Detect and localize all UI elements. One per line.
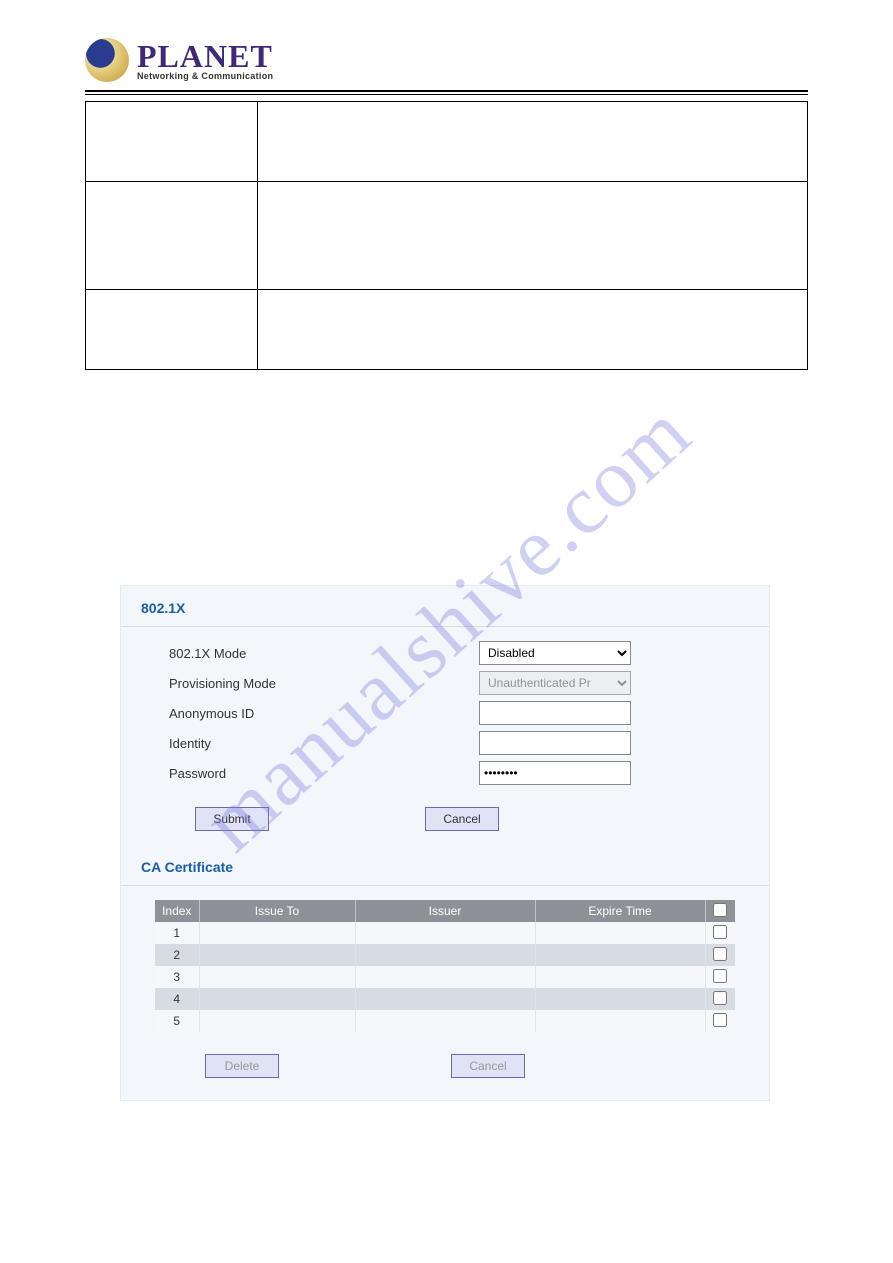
col-issue-to: Issue To bbox=[199, 900, 355, 922]
config-panel: 802.1X 802.1X Mode Disabled Provisioning… bbox=[120, 585, 770, 1101]
label-provisioning: Provisioning Mode bbox=[169, 676, 479, 691]
row-checkbox[interactable] bbox=[713, 947, 727, 961]
ca-cert-table: Index Issue To Issuer Expire Time 1 2 bbox=[155, 900, 735, 1032]
label-8021x-mode: 802.1X Mode bbox=[169, 646, 479, 661]
cell-index: 4 bbox=[155, 988, 199, 1010]
cell-checkbox bbox=[705, 1010, 735, 1032]
section-divider-2 bbox=[121, 885, 769, 886]
input-identity[interactable] bbox=[479, 731, 631, 755]
row-provisioning: Provisioning Mode Unauthenticated Pr bbox=[169, 671, 769, 695]
cell-issuer bbox=[355, 1010, 535, 1032]
cell-checkbox bbox=[705, 944, 735, 966]
logo-bar: PLANET Networking & Communication bbox=[85, 38, 808, 82]
table-header-row: Index Issue To Issuer Expire Time bbox=[155, 900, 735, 922]
row-checkbox[interactable] bbox=[713, 991, 727, 1005]
row-checkbox[interactable] bbox=[713, 1013, 727, 1027]
row-identity: Identity bbox=[169, 731, 769, 755]
select-8021x-mode[interactable]: Disabled bbox=[479, 641, 631, 665]
checkbox-all[interactable] bbox=[713, 903, 727, 917]
table-cell bbox=[258, 102, 808, 182]
cell-expire bbox=[535, 944, 705, 966]
row-anonymous-id: Anonymous ID bbox=[169, 701, 769, 725]
cell-checkbox bbox=[705, 922, 735, 944]
section-divider bbox=[121, 626, 769, 627]
section-title-ca: CA Certificate bbox=[121, 845, 769, 885]
cell-expire bbox=[535, 1010, 705, 1032]
table-row: 5 bbox=[155, 1010, 735, 1032]
cell-issuer bbox=[355, 988, 535, 1010]
table-cell bbox=[86, 102, 258, 182]
label-password: Password bbox=[169, 766, 479, 781]
table-row: 2 bbox=[155, 944, 735, 966]
logo-title: PLANET bbox=[137, 40, 273, 72]
label-anonymous-id: Anonymous ID bbox=[169, 706, 479, 721]
header-rule-thin bbox=[85, 94, 808, 95]
cell-issue-to bbox=[199, 944, 355, 966]
table-cell bbox=[258, 182, 808, 290]
col-index: Index bbox=[155, 900, 199, 922]
col-expire-time: Expire Time bbox=[535, 900, 705, 922]
table-row: 4 bbox=[155, 988, 735, 1010]
button-row-2: Delete Cancel bbox=[121, 1054, 769, 1078]
cell-issue-to bbox=[199, 988, 355, 1010]
col-issuer: Issuer bbox=[355, 900, 535, 922]
section-title-8021x: 802.1X bbox=[121, 586, 769, 626]
label-identity: Identity bbox=[169, 736, 479, 751]
cancel-button[interactable]: Cancel bbox=[425, 807, 499, 831]
cell-issue-to bbox=[199, 1010, 355, 1032]
cell-issue-to bbox=[199, 922, 355, 944]
cell-issuer bbox=[355, 966, 535, 988]
table-row: 3 bbox=[155, 966, 735, 988]
cell-index: 3 bbox=[155, 966, 199, 988]
row-8021x-mode: 802.1X Mode Disabled bbox=[169, 641, 769, 665]
col-checkbox bbox=[705, 900, 735, 922]
table-row: 1 bbox=[155, 922, 735, 944]
cell-expire bbox=[535, 966, 705, 988]
cell-expire bbox=[535, 922, 705, 944]
cell-issue-to bbox=[199, 966, 355, 988]
cell-issuer bbox=[355, 922, 535, 944]
planet-logo-icon bbox=[85, 38, 129, 82]
empty-table bbox=[85, 101, 808, 370]
cell-index: 2 bbox=[155, 944, 199, 966]
table-cell bbox=[258, 290, 808, 370]
row-checkbox[interactable] bbox=[713, 969, 727, 983]
delete-button[interactable]: Delete bbox=[205, 1054, 279, 1078]
input-password[interactable] bbox=[479, 761, 631, 785]
cell-checkbox bbox=[705, 988, 735, 1010]
button-row-1: Submit Cancel bbox=[121, 807, 769, 831]
cell-checkbox bbox=[705, 966, 735, 988]
row-checkbox[interactable] bbox=[713, 925, 727, 939]
logo-subtitle: Networking & Communication bbox=[137, 72, 273, 81]
cell-index: 1 bbox=[155, 922, 199, 944]
row-password: Password bbox=[169, 761, 769, 785]
submit-button[interactable]: Submit bbox=[195, 807, 269, 831]
cell-issuer bbox=[355, 944, 535, 966]
cancel-button-2[interactable]: Cancel bbox=[451, 1054, 525, 1078]
select-provisioning: Unauthenticated Pr bbox=[479, 671, 631, 695]
cell-index: 5 bbox=[155, 1010, 199, 1032]
input-anonymous-id[interactable] bbox=[479, 701, 631, 725]
table-cell bbox=[86, 290, 258, 370]
cell-expire bbox=[535, 988, 705, 1010]
table-cell bbox=[86, 182, 258, 290]
header-rule-thick bbox=[85, 90, 808, 92]
